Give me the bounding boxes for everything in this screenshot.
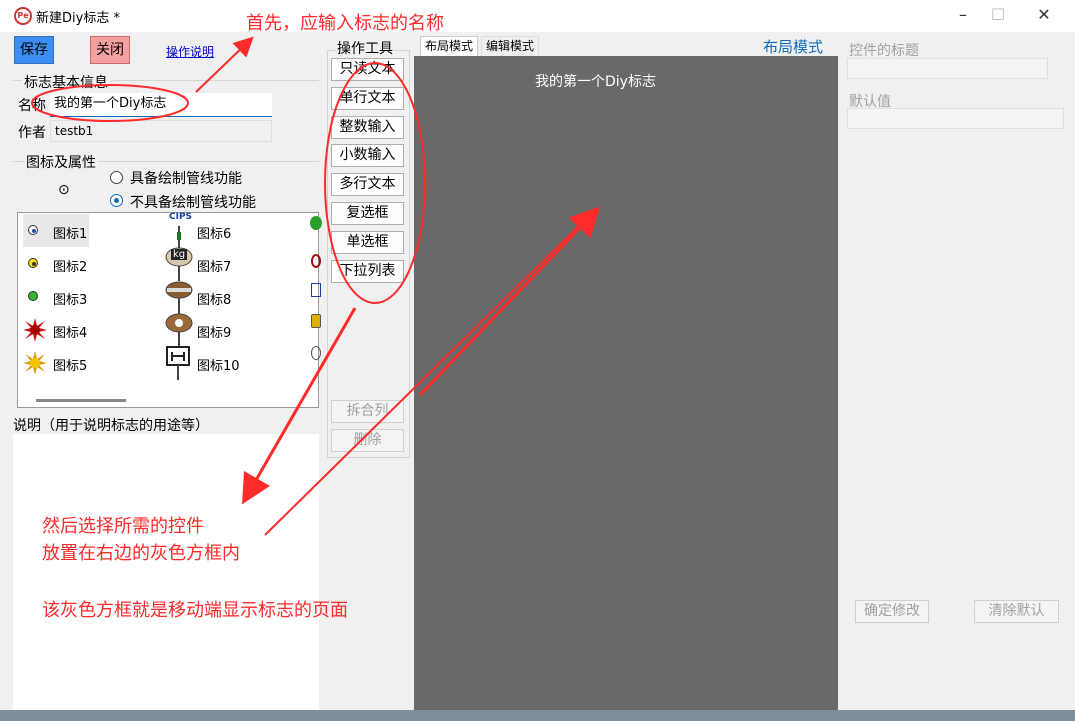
- canvas-arrow-thin: [264, 212, 593, 536]
- tools-highlight-ellipse: [324, 62, 426, 304]
- annotation-bottom-note: 该灰色方框就是移动端显示标志的页面: [42, 600, 348, 621]
- canvas-arrow: [418, 206, 601, 397]
- top-arrow: [195, 36, 254, 93]
- desktop-background-strip: [0, 710, 1075, 721]
- annotation-middle-note-1: 然后选择所需的控件: [42, 516, 204, 537]
- annotation-top-note: 首先，应输入标志的名称: [246, 13, 444, 34]
- name-highlight-ellipse: [31, 84, 189, 122]
- annotation-middle-note-2: 放置在右边的灰色方框内: [42, 543, 240, 564]
- down-arrow: [242, 307, 357, 505]
